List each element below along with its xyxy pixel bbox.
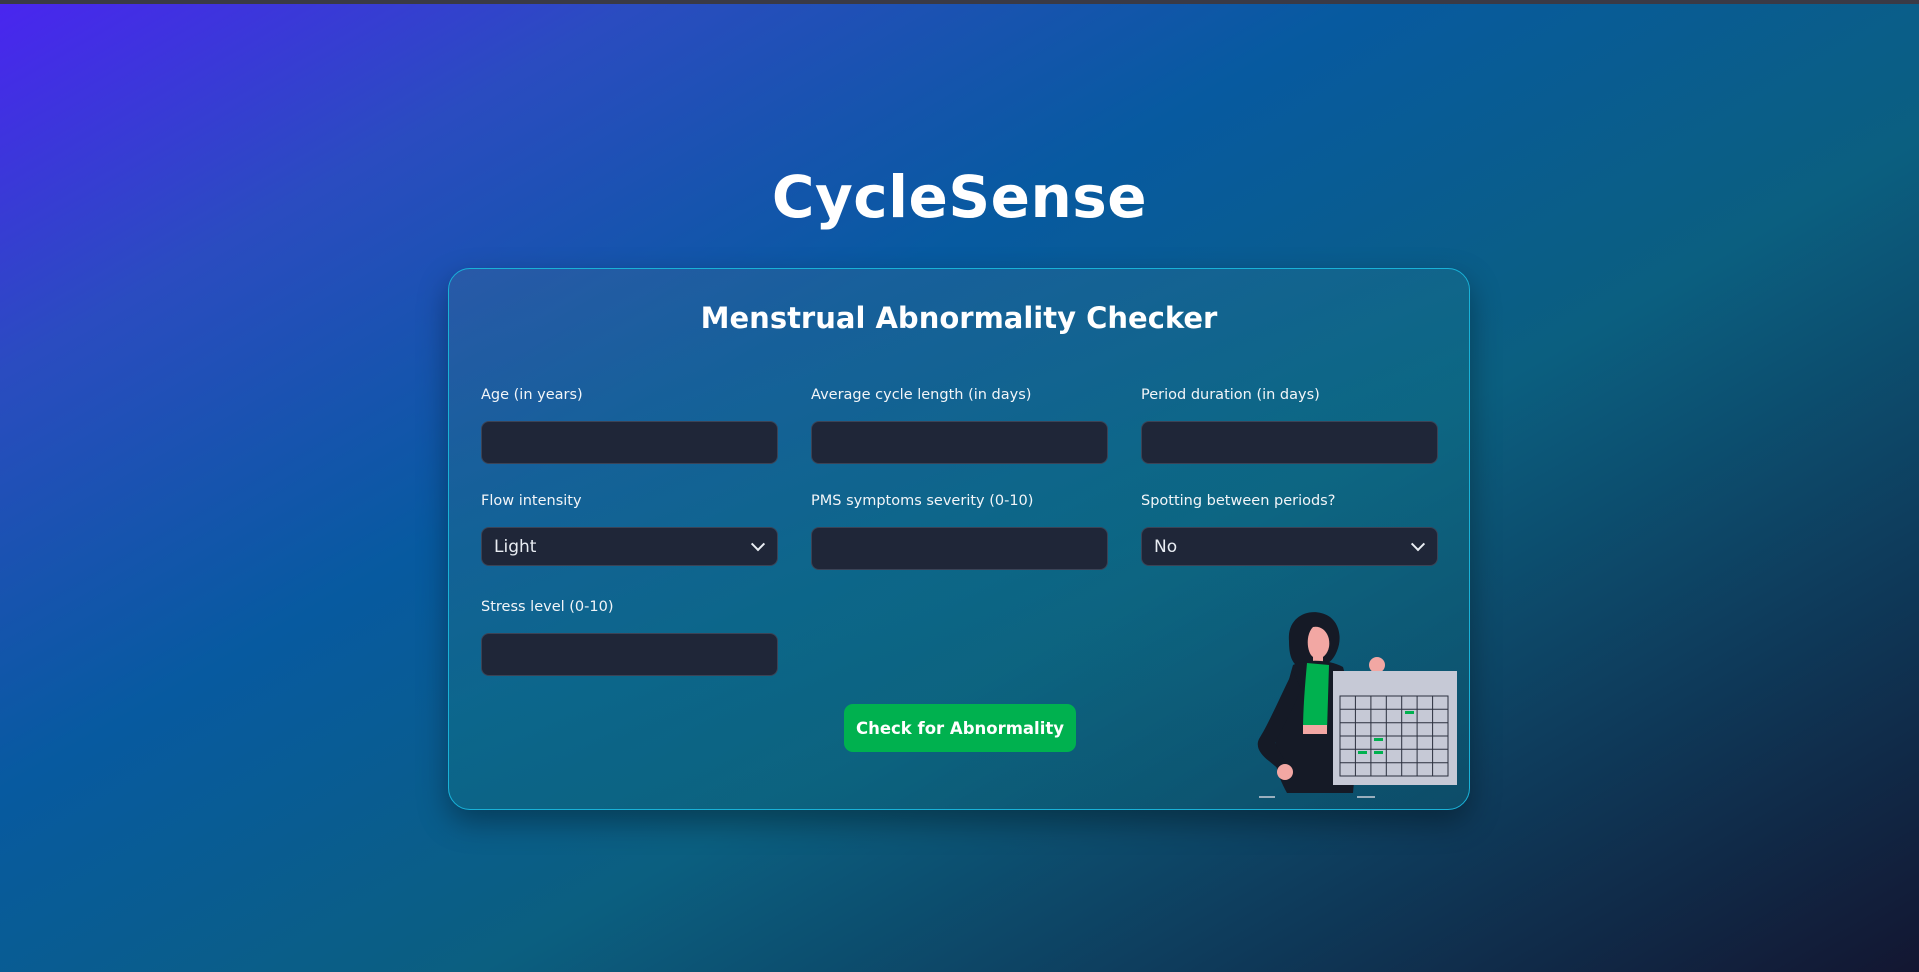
pms-severity-label: PMS symptoms severity (0-10) xyxy=(811,493,1034,509)
age-input[interactable] xyxy=(481,421,778,464)
age-label: Age (in years) xyxy=(481,387,583,403)
pms-severity-input[interactable] xyxy=(811,527,1108,570)
period-duration-field: Period duration (in days) xyxy=(1141,386,1438,464)
spotting-field: Spotting between periods? No xyxy=(1141,492,1438,566)
spotting-label: Spotting between periods? xyxy=(1141,493,1336,509)
cycle-length-label: Average cycle length (in days) xyxy=(811,387,1032,403)
spotting-selected: No xyxy=(1154,536,1178,557)
app-title: CycleSense xyxy=(771,163,1148,231)
form-title: Menstrual Abnormality Checker xyxy=(700,301,1218,335)
flow-intensity-selected: Light xyxy=(494,536,537,557)
spotting-select[interactable]: No xyxy=(1141,527,1438,566)
period-duration-label: Period duration (in days) xyxy=(1141,387,1320,403)
flow-intensity-field: Flow intensity Light xyxy=(481,492,778,566)
period-duration-input[interactable] xyxy=(1141,421,1438,464)
chevron-down-icon xyxy=(750,536,766,551)
flow-intensity-select[interactable]: Light xyxy=(481,527,778,566)
cycle-length-input[interactable] xyxy=(811,421,1108,464)
cycle-length-field: Average cycle length (in days) xyxy=(811,386,1108,464)
checker-card: Menstrual Abnormality Checker Age (in ye… xyxy=(448,268,1470,810)
stress-level-input[interactable] xyxy=(481,633,778,676)
flow-intensity-label: Flow intensity xyxy=(481,493,582,509)
stress-level-label: Stress level (0-10) xyxy=(481,599,614,615)
stress-level-field: Stress level (0-10) xyxy=(481,598,778,676)
check-abnormality-button[interactable]: Check for Abnormality xyxy=(844,704,1076,752)
chevron-down-icon xyxy=(1410,536,1426,551)
browser-top-strip xyxy=(0,0,1919,4)
age-field: Age (in years) xyxy=(481,386,778,464)
woman-with-calendar-illustration xyxy=(1257,612,1457,798)
pms-severity-field: PMS symptoms severity (0-10) xyxy=(811,492,1108,570)
